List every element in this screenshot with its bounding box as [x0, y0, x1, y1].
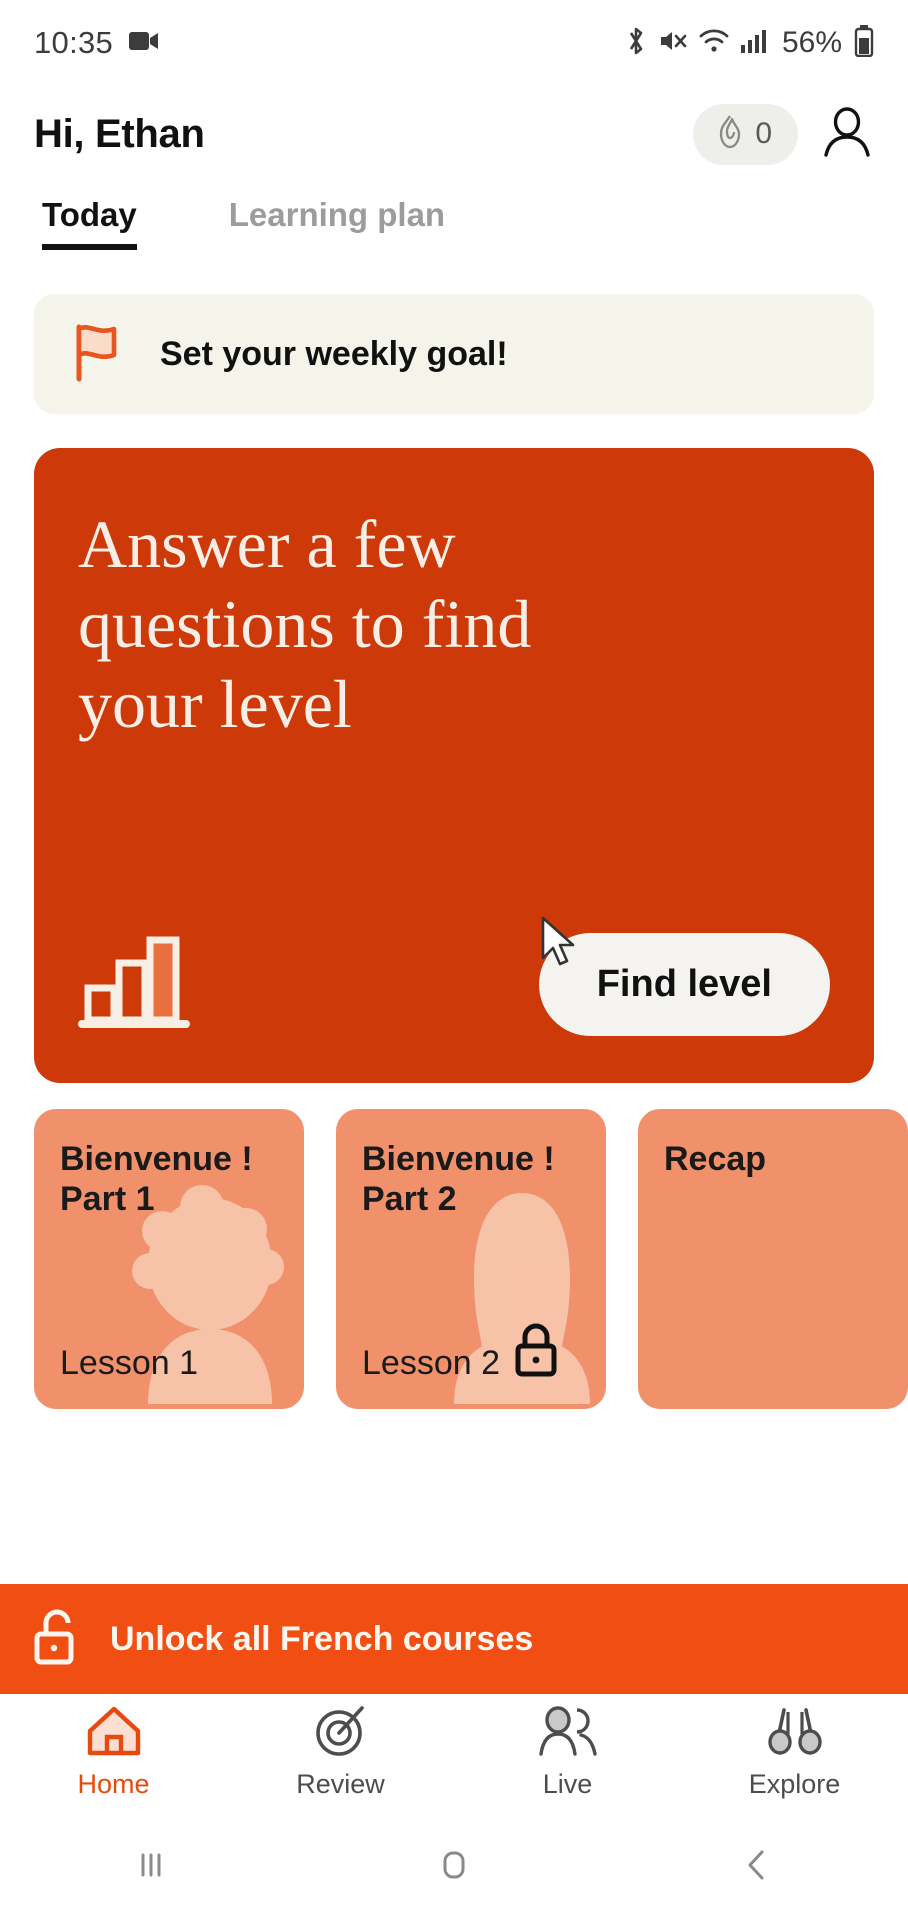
bottom-navigation: Home Review Live Explore: [0, 1694, 908, 1810]
android-navigation-bar: [0, 1810, 908, 1920]
streak-count: 0: [755, 117, 772, 150]
target-icon: [312, 1704, 370, 1763]
lesson-title: Bienvenue !: [60, 1140, 253, 1178]
tab-today[interactable]: Today: [42, 196, 137, 250]
back-chevron-icon[interactable]: [605, 1844, 908, 1886]
unlock-courses-banner[interactable]: Unlock all French courses: [0, 1584, 908, 1694]
status-time: 10:35: [34, 25, 114, 60]
status-bar: 10:35 56%: [0, 0, 908, 86]
nav-label-explore: Explore: [748, 1769, 841, 1799]
lesson-title: Bienvenue !: [362, 1140, 555, 1178]
nav-item-live[interactable]: Live: [454, 1704, 681, 1800]
bluetooth-icon: [624, 25, 648, 62]
lock-icon: [510, 1322, 562, 1385]
video-camera-icon: [129, 30, 159, 57]
lesson-card[interactable]: Bienvenue ! Part 1 Lesson 1: [34, 1109, 304, 1409]
lesson-subtitle: Lesson 1: [60, 1344, 198, 1382]
recents-icon[interactable]: [0, 1844, 303, 1886]
tab-learning-plan[interactable]: Learning plan: [229, 196, 445, 250]
bar-chart-icon: [78, 930, 190, 1039]
wifi-icon: [698, 27, 730, 60]
lesson-title: Recap: [664, 1140, 767, 1178]
weekly-goal-label: Set your weekly goal!: [160, 334, 508, 373]
find-level-actions: Find level: [78, 930, 830, 1039]
open-padlock-icon: [30, 1606, 84, 1673]
page-title: Hi, Ethan: [34, 111, 205, 156]
flame-icon: [713, 113, 747, 156]
profile-avatar-button[interactable]: [820, 105, 874, 164]
home-square-icon[interactable]: [303, 1844, 606, 1886]
flag-icon: [70, 321, 126, 388]
battery-icon: [854, 24, 874, 62]
find-level-title: Answer a few questions to find your leve…: [78, 506, 532, 743]
nav-label-live: Live: [542, 1769, 593, 1799]
lesson-subtitle: Lesson 2: [362, 1344, 500, 1382]
weekly-goal-banner[interactable]: Set your weekly goal!: [34, 294, 874, 414]
battery-percent: 56%: [781, 26, 842, 59]
phone-screen: 10:35 56% Hi, Ethan 0 Today Learning pla…: [0, 0, 908, 1920]
nav-label-home: Home: [77, 1769, 150, 1799]
tab-bar: Today Learning plan: [0, 182, 908, 250]
streak-badge[interactable]: 0: [693, 103, 798, 165]
people-icon: [536, 1704, 600, 1763]
mute-icon: [658, 26, 688, 61]
nav-item-review[interactable]: Review: [227, 1704, 454, 1800]
binoculars-icon: [766, 1704, 824, 1763]
status-bar-right: 56%: [624, 24, 874, 62]
app-header: Hi, Ethan 0: [0, 86, 908, 182]
header-actions: 0: [693, 103, 874, 165]
nav-item-home[interactable]: Home: [0, 1704, 227, 1800]
status-bar-left: 10:35: [34, 25, 159, 61]
unlock-courses-label: Unlock all French courses: [110, 1619, 534, 1658]
lesson-card-list[interactable]: Bienvenue ! Part 1 Lesson 1 Bienvenue ! …: [0, 1083, 908, 1409]
find-level-card[interactable]: Answer a few questions to find your leve…: [34, 448, 874, 1083]
signal-icon: [740, 27, 768, 60]
lesson-part: Part 1: [60, 1180, 155, 1219]
lesson-part: Part 2: [362, 1180, 457, 1219]
house-icon: [85, 1704, 143, 1763]
mouse-cursor: [539, 916, 583, 977]
lesson-card[interactable]: Bienvenue ! Part 2 Lesson 2: [336, 1109, 606, 1409]
lesson-card[interactable]: Recap: [638, 1109, 908, 1409]
nav-item-explore[interactable]: Explore: [681, 1704, 908, 1800]
nav-label-review: Review: [296, 1769, 385, 1799]
